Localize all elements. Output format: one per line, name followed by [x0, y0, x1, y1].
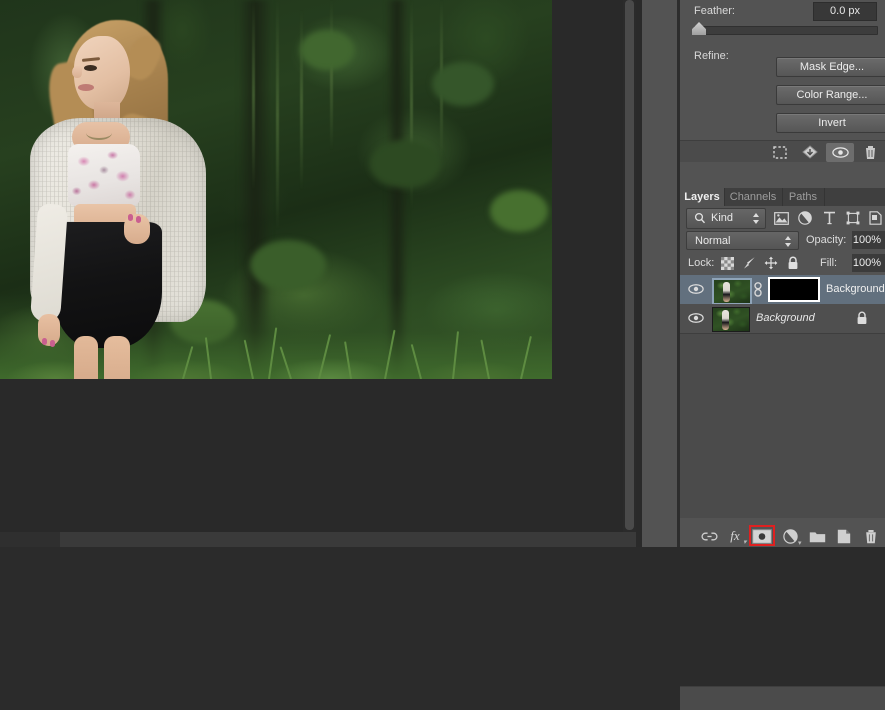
layer-mask-link-icon[interactable] [752, 282, 764, 297]
lips [78, 84, 94, 91]
filter-kind-label: Kind [711, 212, 734, 224]
face [74, 36, 130, 110]
layer-filter-row: Kind [680, 206, 885, 230]
blend-mode-dropdown[interactable]: Normal [686, 231, 799, 250]
properties-panel-footer [680, 140, 885, 163]
hanging-vine [276, 0, 279, 230]
canvas-vertical-scrollbar-thumb[interactable] [625, 0, 634, 530]
invert-button[interactable]: Invert [776, 113, 885, 133]
fill-value-input[interactable]: 100% [852, 254, 885, 272]
toggle-mask-visibility-icon[interactable] [826, 143, 854, 162]
lock-row: Lock: Fill: 100% [680, 252, 885, 275]
left-leg [74, 336, 98, 379]
layers-panel: Layers Channels Paths Kind Normal Opacit… [680, 162, 885, 710]
eye [84, 65, 97, 71]
layers-panel-footer [680, 686, 885, 710]
floral-crop-top [68, 144, 140, 206]
feather-slider-track[interactable] [694, 26, 878, 35]
leaf-cluster [370, 140, 440, 188]
workspace-bottom-bar [0, 532, 636, 547]
tab-paths[interactable]: Paths [782, 188, 825, 206]
lock-all-icon[interactable] [784, 255, 802, 271]
subject-figure [12, 18, 228, 379]
leaf-cluster [432, 62, 494, 106]
nose [72, 66, 82, 78]
layer-mask-thumbnail[interactable] [768, 277, 820, 302]
feather-slider-handle[interactable] [692, 22, 706, 35]
tab-channels[interactable]: Channels [724, 188, 783, 206]
filter-kind-dropdown[interactable]: Kind [686, 208, 766, 229]
smart-object-filter-icon[interactable] [864, 209, 885, 227]
layer-name[interactable]: Background [756, 312, 815, 324]
lock-label: Lock: [688, 257, 715, 269]
hanging-vine [330, 0, 333, 150]
tab-layers[interactable]: Layers [680, 188, 725, 206]
type-filter-icon[interactable] [818, 209, 840, 227]
pixel-filter-icon[interactable] [770, 209, 792, 227]
panel-dock-gap [642, 0, 680, 547]
leaf-cluster [490, 190, 548, 232]
link-layers-icon[interactable] [697, 527, 721, 545]
lock-transparency-icon[interactable] [718, 255, 736, 271]
layer-thumbnail-image [714, 280, 750, 303]
apply-mask-icon[interactable] [796, 143, 824, 162]
table-row[interactable]: Background [680, 304, 885, 334]
leaf-cluster [250, 240, 326, 290]
table-row[interactable]: Background c... [680, 275, 885, 305]
opacity-value-input[interactable]: 100% [852, 231, 885, 249]
leaf-cluster [300, 30, 354, 70]
layer-visibility-icon[interactable] [688, 312, 704, 325]
fingernail [128, 214, 133, 221]
color-range-button[interactable]: Color Range... [776, 85, 885, 105]
delete-mask-icon[interactable] [856, 143, 884, 162]
layer-thumbnail[interactable] [712, 307, 750, 332]
layer-thumbnail-image [713, 308, 749, 331]
layer-name[interactable]: Background c... [826, 283, 885, 295]
hanging-vine [252, 0, 255, 190]
hanging-vine [300, 10, 303, 190]
lock-position-icon[interactable] [762, 255, 780, 271]
fingernail [50, 340, 55, 347]
add-layer-mask-highlight-box [749, 525, 775, 546]
layer-list: Background c... Background [680, 275, 885, 518]
workspace-bottom-bar-left [0, 532, 60, 547]
photo-composite [0, 0, 552, 379]
load-selection-from-mask-icon[interactable] [766, 143, 794, 162]
properties-mask-panel: Feather: 0.0 px Refine: Mask Edge... Col… [680, 0, 885, 163]
new-layer-icon[interactable] [832, 527, 856, 545]
adjustment-filter-icon[interactable] [794, 209, 816, 227]
layer-style-fx-icon[interactable]: fx ▾ [723, 527, 747, 546]
fingernail [136, 216, 141, 223]
refine-label: Refine: [694, 50, 729, 62]
fingernail [42, 338, 47, 345]
feather-value-input[interactable]: 0.0 px [813, 2, 877, 21]
layer-thumbnail-subject [722, 310, 729, 330]
necklace [86, 126, 112, 140]
feather-label: Feather: [694, 5, 735, 17]
opacity-label: Opacity: [806, 234, 847, 246]
layer-thumbnail[interactable] [712, 278, 752, 305]
blend-mode-value: Normal [695, 235, 731, 247]
panel-dock: Feather: 0.0 px Refine: Mask Edge... Col… [680, 0, 885, 710]
shape-filter-icon[interactable] [842, 209, 864, 227]
right-leg [104, 336, 130, 379]
blend-mode-row: Normal Opacity: 100% [680, 230, 885, 252]
layer-thumbnail-subject [723, 282, 730, 302]
new-adjustment-layer-icon[interactable]: ▾ [778, 527, 802, 547]
delete-layer-icon[interactable] [859, 527, 883, 545]
chevron-updown-icon [752, 212, 760, 232]
lock-image-pixels-icon[interactable] [740, 255, 758, 271]
workspace-empty-area [0, 379, 636, 547]
layer-list-empty-area[interactable] [680, 456, 885, 518]
new-group-icon[interactable] [805, 527, 829, 545]
search-icon [694, 212, 706, 232]
layer-locked-icon [856, 311, 869, 326]
mask-edge-button[interactable]: Mask Edge... [776, 57, 885, 77]
fill-label: Fill: [820, 257, 838, 269]
layer-visibility-icon[interactable] [688, 283, 704, 296]
panel-tabbar: Layers Channels Paths [680, 188, 885, 206]
image-canvas[interactable] [0, 0, 552, 379]
